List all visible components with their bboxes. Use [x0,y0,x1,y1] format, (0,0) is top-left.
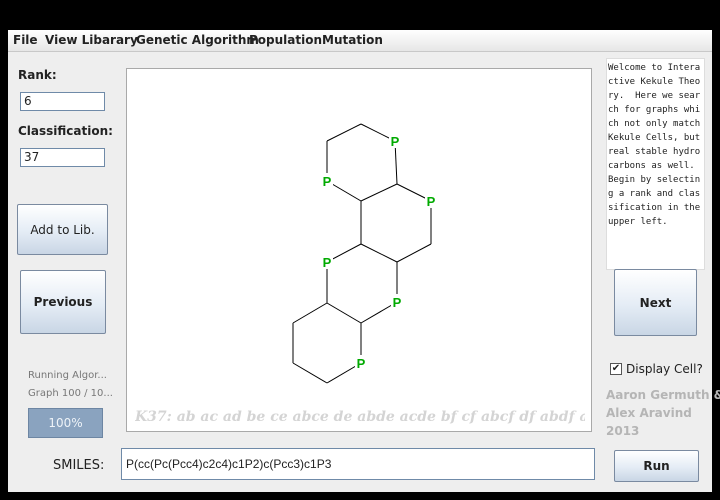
phosphorus-atom-label: P [427,194,436,209]
next-button[interactable]: Next [614,269,697,336]
credit-line: Aaron Germuth & [606,388,720,402]
status-running: Running Algor... [28,370,107,381]
menu-file[interactable]: File [13,33,38,47]
menu-population[interactable]: Population [249,33,322,47]
smiles-input[interactable] [121,448,595,480]
graph-canvas[interactable]: P P P P P P K37: ab ac ad be ce abce de abde … [126,68,592,432]
bond-line [326,302,362,324]
classification-field[interactable]: 37 [20,148,105,167]
run-button[interactable]: Run [614,450,699,482]
display-cell-toggle[interactable]: ✔ Display Cell? [610,362,703,376]
bond-line [360,243,398,263]
previous-button[interactable]: Previous [20,270,106,334]
add-to-library-button[interactable]: Add to Lib. [17,204,108,255]
bond-line [396,243,432,263]
smiles-label: SMILES: [53,458,105,473]
classification-label: Classification: [18,124,113,138]
menu-genetic-algorithm[interactable]: Genetic Algorithm [136,33,259,47]
app-window: File View Libarary Genetic Algorithm Pop… [8,30,720,492]
phosphorus-atom-label: P [323,174,332,189]
phosphorus-atom-label: P [393,295,402,310]
progress-bar: 100% [28,408,103,438]
credit-line: Alex Aravind [606,406,692,420]
graph-caption: K37: ab ac ad be ce abce de abde acde bf… [135,409,585,425]
bonds [292,123,432,384]
atoms: P P P P P P [321,133,437,371]
bond-line [292,302,328,324]
display-cell-checkbox[interactable]: ✔ [610,363,622,375]
rank-field[interactable]: 6 [20,92,105,111]
bond-line [360,183,398,202]
phosphorus-atom-label: P [357,356,366,371]
credits: Aaron Germuth & Alex Aravind 2013 [606,386,720,440]
info-text: Welcome to Interactive Kekule Theory. He… [606,58,705,270]
status-graph-count: Graph 100 / 10... [28,388,113,399]
bond-line [326,123,362,142]
phosphorus-atom-label: P [391,134,400,149]
rank-label: Rank: [18,68,57,82]
menu-bar: File View Libarary Genetic Algorithm Pop… [8,30,712,52]
bond-line [292,362,328,384]
display-cell-label: Display Cell? [626,362,703,376]
menu-view-library[interactable]: View Libarary [45,33,138,47]
menu-mutation[interactable]: Mutation [322,33,383,47]
phosphorus-atom-label: P [323,255,332,270]
molecule-graph: P P P P P P [292,123,437,384]
credit-line: 2013 [606,424,640,438]
